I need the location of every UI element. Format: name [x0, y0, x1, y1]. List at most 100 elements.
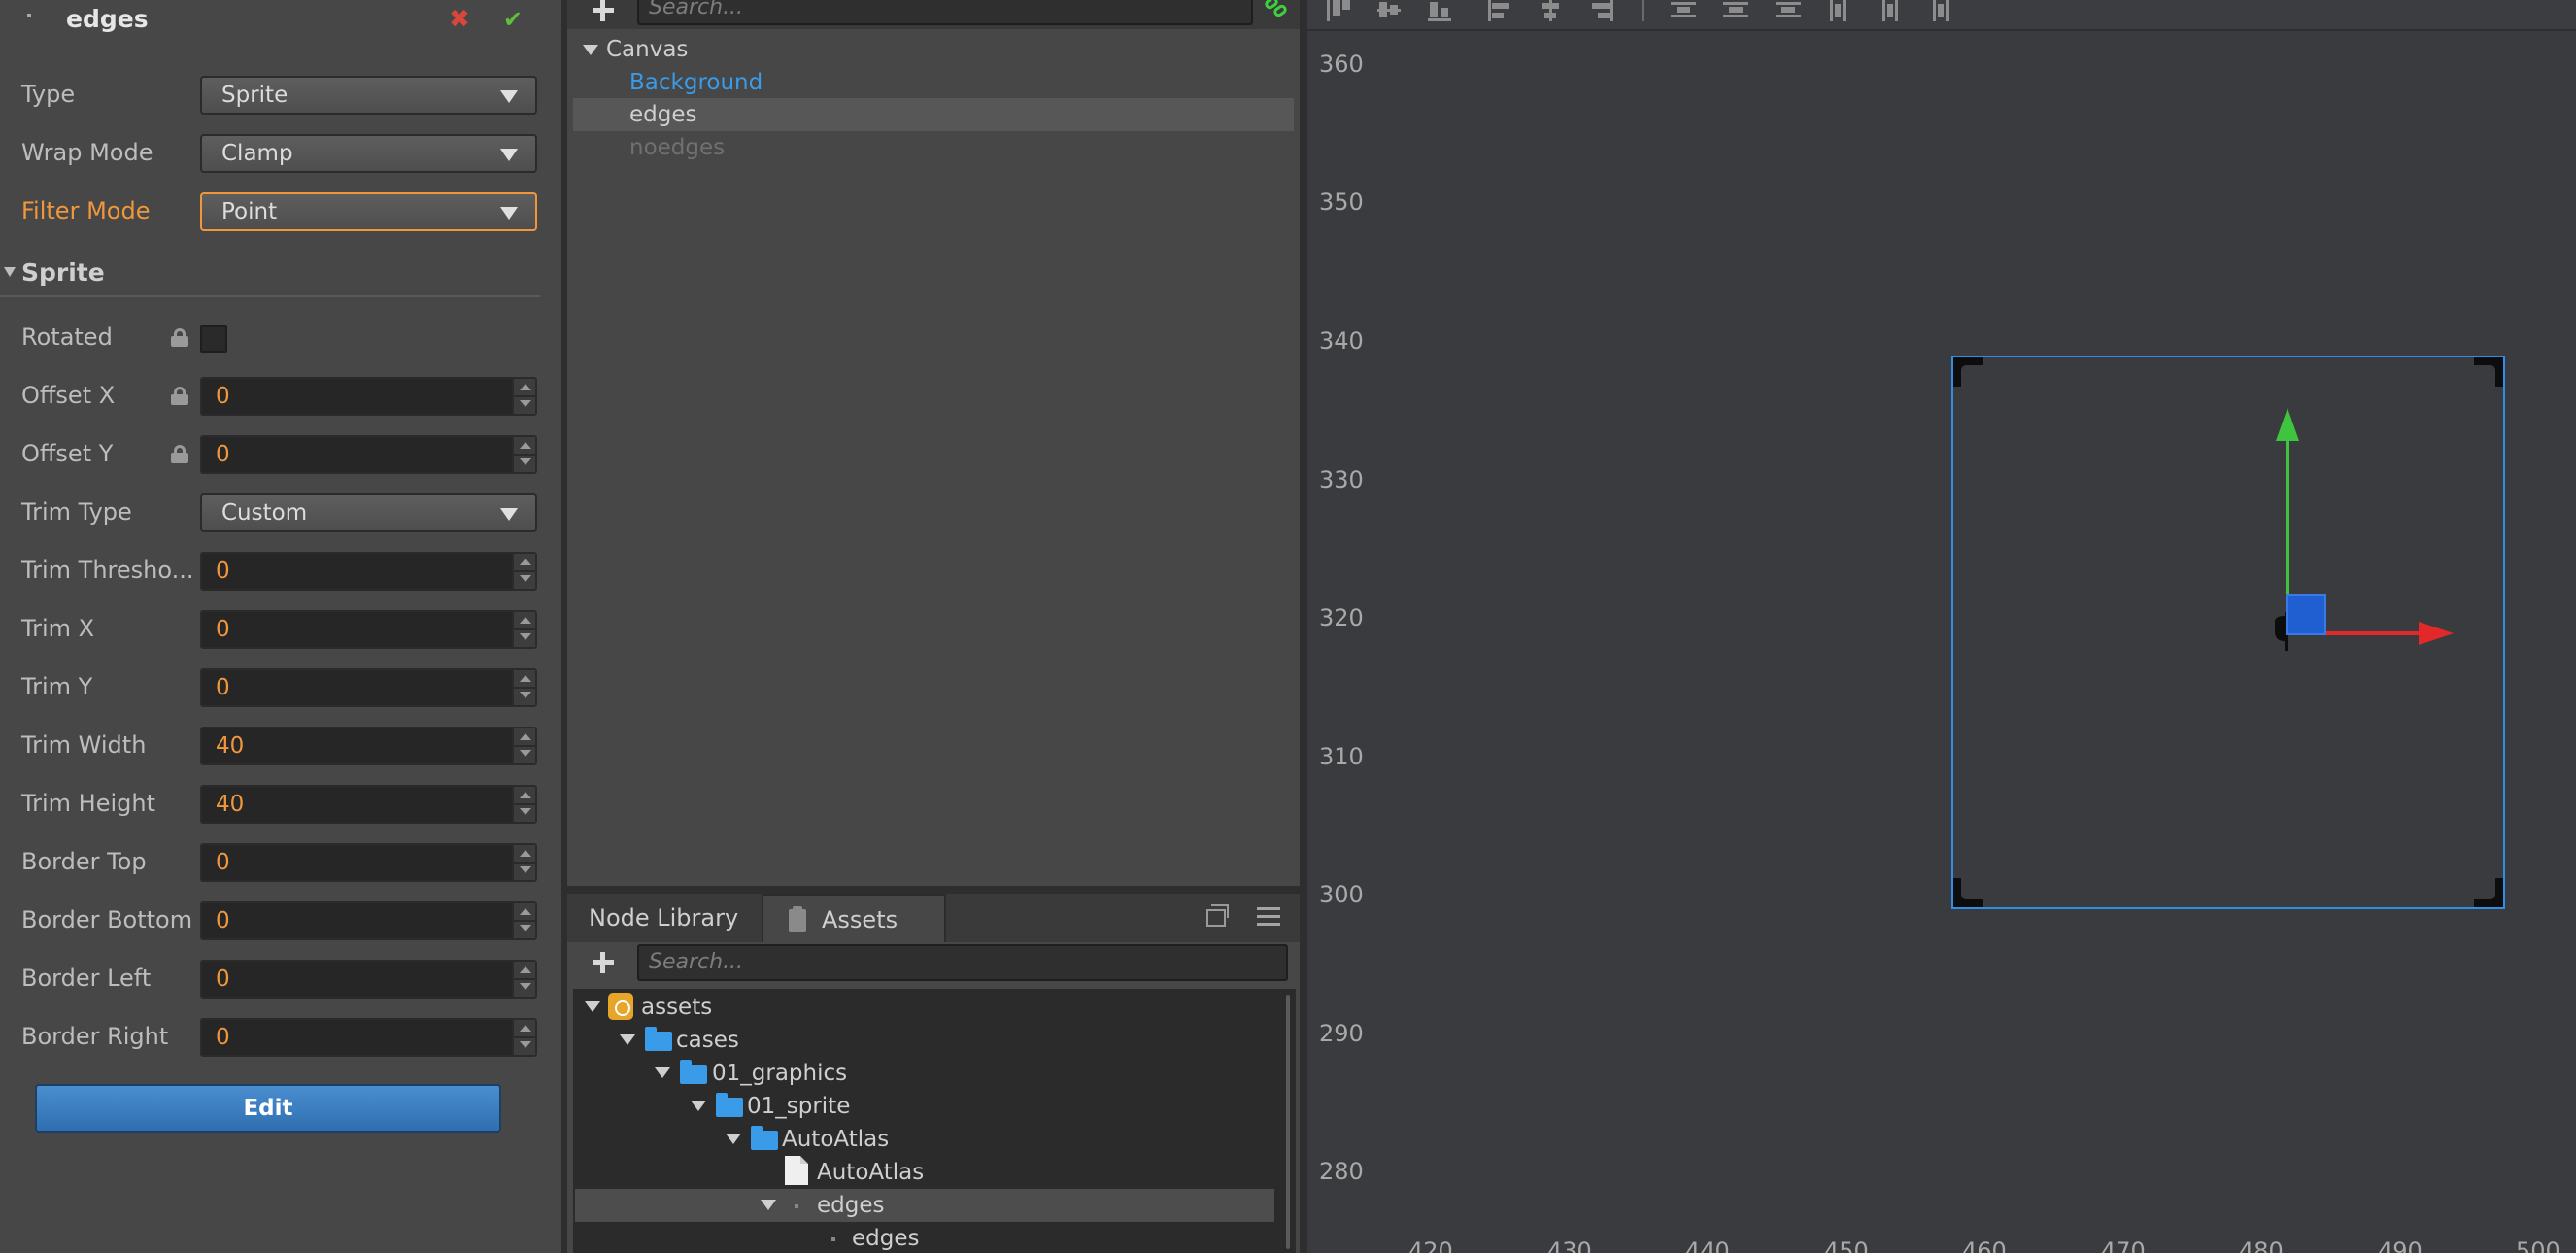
- check-icon[interactable]: ✔: [503, 2, 523, 37]
- trim-threshold-stepper[interactable]: [512, 554, 535, 589]
- sprite-corner: [1953, 878, 1983, 907]
- tab-node-library[interactable]: Node Library: [567, 894, 762, 942]
- asset-item-edges-frame[interactable]: edges: [852, 1222, 919, 1253]
- offset-y-input[interactable]: 0: [200, 435, 537, 474]
- border-left-value: 0: [216, 966, 230, 992]
- panel-divider[interactable]: [567, 886, 1300, 894]
- border-bottom-input[interactable]: 0: [200, 901, 537, 940]
- asset-item-autoatlas-file[interactable]: AutoAtlas: [817, 1156, 924, 1189]
- expand-triangle-icon[interactable]: [583, 45, 598, 55]
- align-top-icon[interactable]: [1327, 0, 1352, 23]
- expand-triangle-icon[interactable]: [585, 1001, 600, 1012]
- close-icon[interactable]: ✖: [449, 2, 470, 37]
- border-left-input[interactable]: 0: [200, 960, 537, 999]
- ruler-y-label: 290: [1319, 1020, 1364, 1047]
- edit-button[interactable]: Edit: [35, 1084, 501, 1133]
- border-bottom-label: Border Bottom: [21, 906, 193, 933]
- inspector-header: edges ✖ ✔: [0, 0, 561, 39]
- panel-divider[interactable]: [1300, 0, 1307, 1253]
- asset-item-autoatlas-folder[interactable]: AutoAtlas: [782, 1123, 889, 1156]
- border-left-stepper[interactable]: [512, 962, 535, 997]
- trim-x-stepper[interactable]: [512, 612, 535, 647]
- trim-y-label: Trim Y: [21, 673, 93, 700]
- trim-x-input[interactable]: 0: [200, 610, 537, 649]
- distribute-vcenter-icon[interactable]: [1723, 0, 1748, 23]
- collapse-triangle-icon: [4, 267, 16, 277]
- scene-view[interactable]: 360 350 340 330 320 310 300 290 280 420 …: [1307, 0, 2576, 1253]
- align-hcenter-icon[interactable]: [1539, 0, 1564, 23]
- border-top-input[interactable]: 0: [200, 843, 537, 882]
- menu-icon[interactable]: [1257, 907, 1280, 927]
- tree-node-background[interactable]: Background: [629, 66, 763, 99]
- distribute-left-icon[interactable]: [1828, 0, 1853, 23]
- asset-item-01-graphics[interactable]: 01_graphics: [712, 1057, 847, 1090]
- tree-node-edges[interactable]: edges: [629, 98, 696, 131]
- expand-triangle-icon[interactable]: [761, 1200, 776, 1210]
- trim-type-select[interactable]: Custom: [200, 493, 537, 532]
- assets-scrollbar[interactable]: [1282, 989, 1296, 1253]
- trim-width-stepper[interactable]: [512, 728, 535, 763]
- offset-y-stepper[interactable]: [512, 437, 535, 472]
- maximize-icon[interactable]: [1206, 904, 1229, 927]
- plus-icon[interactable]: [593, 952, 614, 973]
- hierarchy-search-input[interactable]: Search...: [637, 0, 1253, 25]
- sprite-corner: [2474, 357, 2503, 387]
- expand-triangle-icon[interactable]: [691, 1101, 706, 1111]
- trim-height-stepper[interactable]: [512, 787, 535, 822]
- asset-item-assets[interactable]: assets: [641, 991, 712, 1024]
- expand-triangle-icon[interactable]: [620, 1034, 635, 1045]
- expand-triangle-icon[interactable]: [726, 1134, 741, 1144]
- lock-icon[interactable]: [171, 445, 188, 463]
- trim-threshold-input[interactable]: 0: [200, 552, 537, 591]
- offset-x-stepper[interactable]: [512, 379, 535, 414]
- distribute-top-icon[interactable]: [1671, 0, 1696, 23]
- package-icon: [608, 993, 633, 1020]
- tree-node-canvas[interactable]: Canvas: [606, 33, 688, 66]
- rotated-label: Rotated: [21, 323, 113, 351]
- gizmo-center-handle[interactable]: [2286, 594, 2326, 635]
- border-right-stepper[interactable]: [512, 1020, 535, 1055]
- distribute-bottom-icon[interactable]: [1776, 0, 1801, 23]
- trim-y-stepper[interactable]: [512, 670, 535, 705]
- sprite-section-header[interactable]: Sprite: [0, 249, 561, 297]
- gizmo-x-arrow-icon[interactable]: [2419, 622, 2454, 645]
- lock-icon[interactable]: [171, 328, 188, 347]
- asset-item-01-sprite[interactable]: 01_sprite: [747, 1090, 850, 1123]
- assets-search-input[interactable]: Search...: [637, 944, 1288, 981]
- trim-y-input[interactable]: 0: [200, 668, 537, 707]
- ruler-y-label: 310: [1319, 743, 1364, 770]
- align-left-icon[interactable]: [1488, 0, 1513, 23]
- trim-height-input[interactable]: 40: [200, 785, 537, 824]
- rotated-checkbox[interactable]: [200, 325, 227, 353]
- trim-width-input[interactable]: 40: [200, 727, 537, 765]
- offset-x-value: 0: [216, 384, 230, 409]
- lock-icon[interactable]: [171, 387, 188, 405]
- distribute-hcenter-icon[interactable]: [1881, 0, 1906, 23]
- align-vcenter-icon[interactable]: [1377, 0, 1403, 23]
- link-icon[interactable]: [1263, 0, 1290, 19]
- distribute-right-icon[interactable]: [1931, 0, 1956, 23]
- align-right-icon[interactable]: [1589, 0, 1614, 23]
- asset-item-cases[interactable]: cases: [676, 1024, 739, 1057]
- wrap-mode-select[interactable]: Clamp: [200, 134, 537, 173]
- filter-mode-select[interactable]: Point: [200, 192, 537, 231]
- border-bottom-stepper[interactable]: [512, 903, 535, 938]
- align-bottom-icon[interactable]: [1428, 0, 1453, 23]
- trim-width-row: Trim Width 40: [0, 721, 561, 769]
- tab-assets[interactable]: Assets: [762, 894, 946, 942]
- sprite-dot-icon: [795, 1204, 798, 1208]
- trim-width-value: 40: [216, 733, 245, 759]
- type-select[interactable]: Sprite: [200, 76, 537, 115]
- tree-node-noedges[interactable]: noedges: [629, 131, 725, 164]
- expand-triangle-icon[interactable]: [655, 1067, 670, 1078]
- offset-x-input[interactable]: 0: [200, 377, 537, 416]
- plus-icon[interactable]: [593, 0, 614, 21]
- chevron-down-icon: [500, 508, 518, 521]
- asset-item-edges[interactable]: edges: [817, 1189, 884, 1222]
- assets-tabs: Node Library Assets: [567, 894, 1300, 942]
- gizmo-y-arrow-icon[interactable]: [2276, 408, 2299, 441]
- border-bottom-row: Border Bottom 0: [0, 896, 561, 944]
- border-right-input[interactable]: 0: [200, 1018, 537, 1057]
- border-top-stepper[interactable]: [512, 845, 535, 880]
- border-top-label: Border Top: [21, 848, 147, 875]
